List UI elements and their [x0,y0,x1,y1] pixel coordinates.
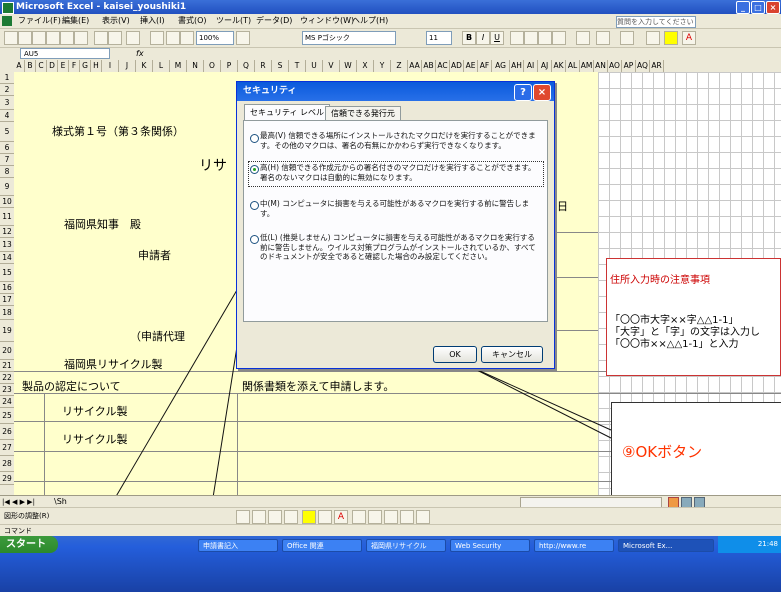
taskbar-item[interactable]: http://www.re [534,539,614,552]
drawing-toolbar: 図形の調整(R) A [0,507,781,525]
callout-text: ⑨OKボタン [622,443,703,461]
security-dialog: セキュリティ ? × セキュリティ レベル 信頼できる発行元 最高(V) 信頼で… [236,81,555,369]
dialog-title-bar[interactable]: セキュリティ ? × [237,82,554,101]
taskbar-item[interactable]: Web Security [450,539,530,552]
cancel-button[interactable]: キャンセル [481,346,543,363]
line-color-icon[interactable] [318,510,332,524]
tab-trusted-publishers[interactable]: 信頼できる発行元 [325,106,401,120]
tab-security-level[interactable]: セキュリティ レベル [244,104,331,121]
close-icon[interactable]: × [533,84,551,101]
callout-pointer-line [459,361,612,431]
radio-low[interactable] [250,235,259,244]
dash-style-icon[interactable] [368,510,382,524]
wordart-icon[interactable] [268,510,282,524]
arrow-style-icon[interactable] [384,510,398,524]
option-medium-text: 中(M) コンピュータに損害を与える可能性があるマクロを実行する前に警告します。 [260,199,530,218]
clock: 21:48 [757,540,778,548]
callout-pointer-line [466,364,612,439]
option-low-text: 低(L) (推奨しません) コンピュータに損害を与える可能性があるマクロを実行す… [260,233,536,261]
3d-icon[interactable] [416,510,430,524]
oval-icon[interactable] [236,510,250,524]
ok-button[interactable]: OK [433,346,477,363]
shadow-icon[interactable] [400,510,414,524]
start-button[interactable]: スタート [0,536,58,553]
option-high-text: 高(H) 信頼できる作成元からの署名付きのマクロだけを実行することができます。署… [260,163,536,182]
line-style-icon[interactable] [352,510,366,524]
textbox-icon[interactable] [252,510,266,524]
taskbar-item[interactable]: Office 関連 [282,539,362,552]
taskbar-item-active[interactable]: Microsoft Ex... [618,539,714,552]
clipart-icon[interactable] [284,510,298,524]
dialog-title: セキュリティ [243,86,297,96]
arrange-menu[interactable]: 図形の調整(R) [4,511,49,521]
taskbar-item[interactable]: 福岡県リサイクル [366,539,446,552]
status-text: コマンド [4,527,32,535]
radio-very-high[interactable] [250,134,259,143]
option-very-high-text: 最高(V) 信頼できる場所にインストールされたマクロだけを実行することができます… [260,131,536,150]
radio-high[interactable] [250,165,259,174]
system-tray: 21:48 [718,536,781,553]
radio-medium[interactable] [250,201,259,210]
tab-panel: 最高(V) 信頼できる場所にインストールされたマクロだけを実行することができます… [243,120,548,322]
fill-color-icon[interactable] [302,510,316,524]
font-color-icon[interactable]: A [334,510,348,524]
help-icon[interactable]: ? [514,84,532,101]
taskbar-item[interactable]: 申請書記入 [198,539,278,552]
